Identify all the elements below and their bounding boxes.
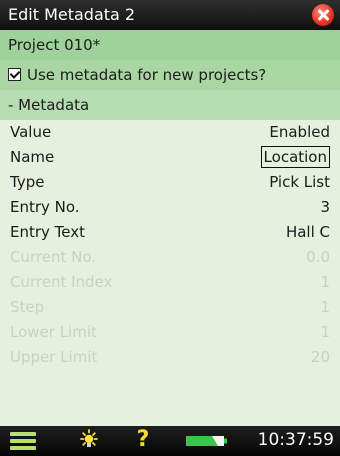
row-label: Name	[10, 148, 55, 166]
row-label: Current No.	[10, 248, 97, 266]
row-name[interactable]: Name Location	[0, 145, 340, 170]
row-value-text: 1	[320, 273, 330, 291]
row-entry-no[interactable]: Entry No. 3	[0, 195, 340, 220]
metadata-section-header[interactable]: - Metadata	[0, 90, 340, 120]
row-value-text: 1	[320, 298, 330, 316]
row-value-text: Hall C	[285, 223, 330, 241]
close-icon[interactable]	[312, 4, 334, 26]
use-metadata-checkbox[interactable]: Use metadata for new projects?	[0, 60, 340, 90]
taskbar: ? 10:37:59	[0, 426, 340, 456]
brightness-icon[interactable]	[78, 429, 100, 453]
row-label: Lower Limit	[10, 323, 97, 341]
battery-icon[interactable]	[186, 435, 228, 447]
row-entry-text[interactable]: Entry Text Hall C	[0, 220, 340, 245]
row-label: Upper Limit	[10, 348, 98, 366]
row-value-text: 3	[320, 198, 330, 216]
metadata-list: Value Enabled Name Location Type Pick Li…	[0, 120, 340, 370]
row-label: Type	[10, 173, 45, 191]
row-label: Value	[10, 123, 52, 141]
window-title: Edit Metadata 2	[8, 5, 136, 24]
clock: 10:37:59	[257, 430, 334, 450]
row-current-no: Current No. 0.0	[0, 245, 340, 270]
row-value-text: Pick List	[269, 173, 330, 191]
help-icon[interactable]: ?	[133, 427, 153, 453]
row-value-text: 20	[310, 348, 330, 366]
row-value-text: 0.0	[306, 248, 330, 266]
row-value-text: Enabled	[269, 123, 330, 141]
row-value-text: 1	[320, 323, 330, 341]
name-field[interactable]: Location	[260, 146, 330, 168]
row-label: Entry Text	[10, 223, 86, 241]
row-value[interactable]: Value Enabled	[0, 120, 340, 145]
use-metadata-label: Use metadata for new projects?	[27, 66, 267, 84]
row-label: Current Index	[10, 273, 113, 291]
title-bar: Edit Metadata 2	[0, 0, 340, 30]
row-step: Step 1	[0, 295, 340, 320]
row-lower-limit: Lower Limit 1	[0, 320, 340, 345]
row-upper-limit: Upper Limit 20	[0, 345, 340, 370]
screen: Edit Metadata 2 Project 010* Use metadat…	[0, 0, 340, 456]
row-label: Entry No.	[10, 198, 80, 216]
row-type[interactable]: Type Pick List	[0, 170, 340, 195]
row-current-index: Current Index 1	[0, 270, 340, 295]
menu-icon[interactable]	[10, 432, 36, 450]
project-name: Project 010*	[0, 30, 340, 60]
row-label: Step	[10, 298, 45, 316]
checkbox-icon[interactable]	[8, 68, 21, 81]
